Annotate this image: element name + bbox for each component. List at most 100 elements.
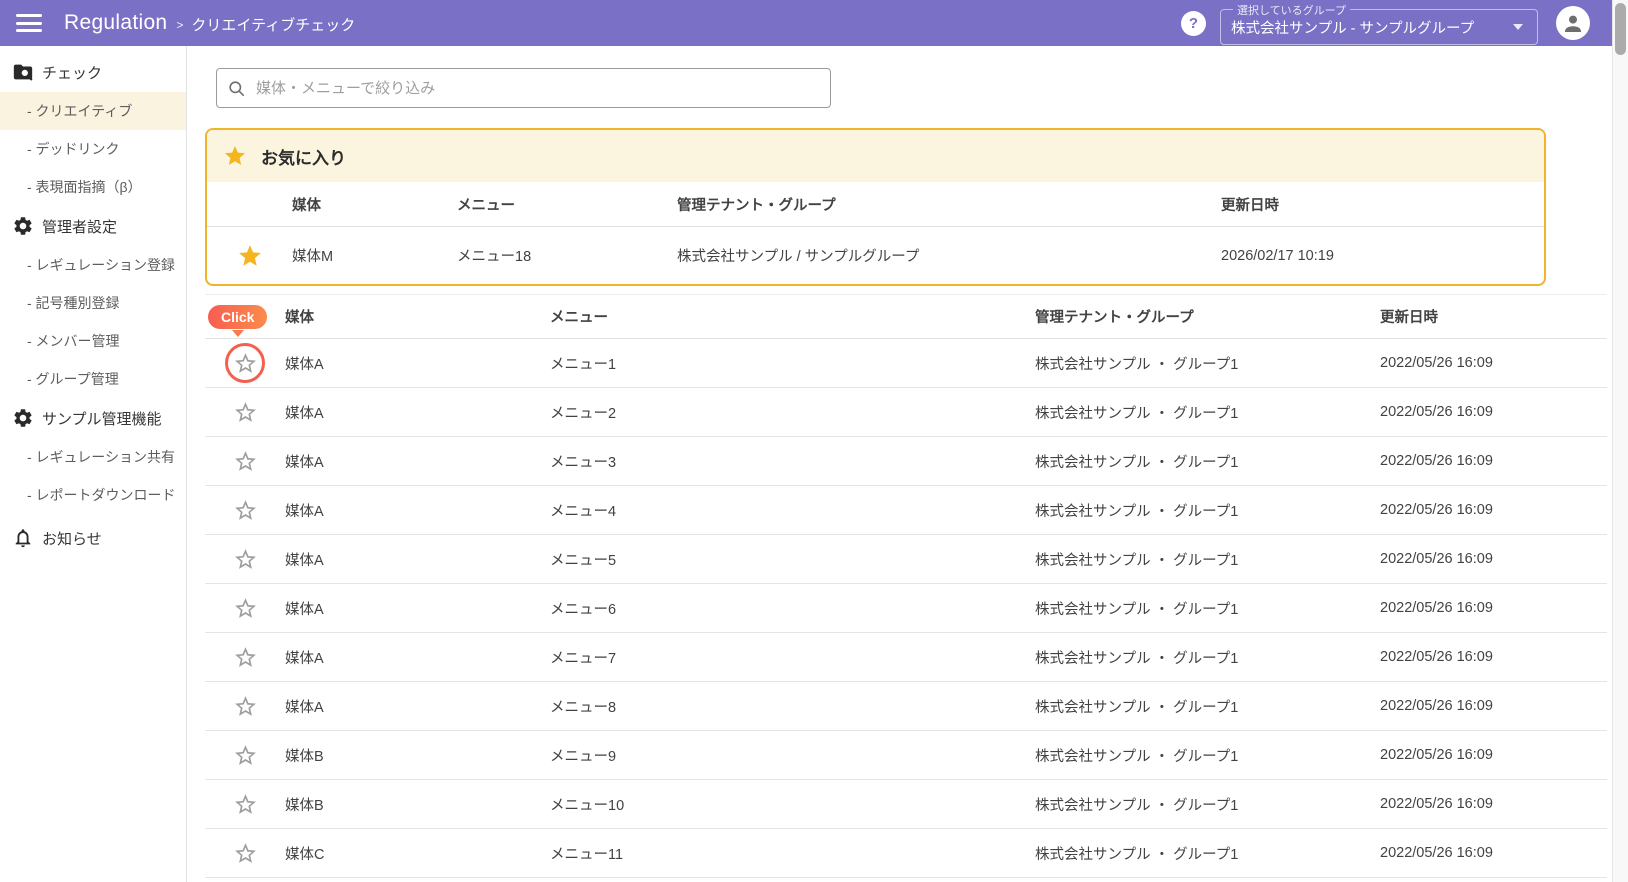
media-cell: 媒体B — [285, 797, 324, 814]
media-cell: 媒体A — [285, 552, 324, 569]
favorite-star-button[interactable] — [233, 841, 258, 866]
column-header-media[interactable]: 媒体 — [292, 194, 457, 215]
star-outline-icon — [233, 596, 258, 621]
search-input[interactable] — [254, 78, 820, 98]
vertical-scrollbar[interactable] — [1612, 0, 1628, 882]
table-row[interactable]: 媒体B メニュー10 株式会社サンプル ・ グループ1 2022/05/26 1… — [205, 780, 1607, 829]
tenant-cell: 株式会社サンプル / サンプルグループ — [677, 249, 920, 265]
favorite-star-button[interactable] — [233, 694, 258, 719]
tenant-cell: 株式会社サンプル ・ グループ1 — [1035, 356, 1239, 373]
media-cell: 媒体A — [285, 601, 324, 618]
column-header-updated[interactable]: 更新日時 — [1380, 306, 1607, 327]
favorites-row[interactable]: 媒体M メニュー18 株式会社サンプル / サンプルグループ 2026/02/1… — [207, 227, 1544, 284]
gear-icon — [12, 407, 34, 429]
table-row[interactable]: 媒体A メニュー6 株式会社サンプル ・ グループ1 2022/05/26 16… — [205, 584, 1607, 633]
menu-cell: メニュー10 — [550, 797, 625, 814]
tenant-cell: 株式会社サンプル ・ グループ1 — [1035, 601, 1239, 618]
hamburger-menu-icon[interactable] — [16, 10, 42, 37]
star-outline-icon — [233, 743, 258, 768]
sidebar-section-check[interactable]: チェック — [0, 52, 186, 92]
table-row[interactable]: 媒体A メニュー4 株式会社サンプル ・ グループ1 2022/05/26 16… — [205, 486, 1607, 535]
sidebar-item-creative[interactable]: - クリエイティブ — [0, 92, 186, 130]
star-outline-icon — [233, 792, 258, 817]
search-box — [216, 68, 831, 108]
updated-cell: 2022/05/26 16:09 — [1380, 845, 1493, 861]
table-row[interactable]: 媒体A メニュー2 株式会社サンプル ・ グループ1 2022/05/26 16… — [205, 388, 1607, 437]
group-select-label: 選択しているグループ — [1237, 4, 1347, 17]
column-header-updated[interactable]: 更新日時 — [1221, 194, 1544, 215]
group-select-value: 株式会社サンプル - サンプルグループ — [1231, 20, 1475, 37]
table-column-headers: Click 媒体 メニュー 管理テナント・グループ 更新日時 — [205, 295, 1607, 339]
favorite-star-button[interactable] — [233, 596, 258, 621]
table-row[interactable]: 媒体A メニュー5 株式会社サンプル ・ グループ1 2022/05/26 16… — [205, 535, 1607, 584]
sidebar-section-sample-admin[interactable]: サンプル管理機能 — [0, 398, 186, 438]
column-header-tenant[interactable]: 管理テナント・グループ — [1035, 306, 1380, 327]
table-row[interactable]: 媒体A メニュー3 株式会社サンプル ・ グループ1 2022/05/26 16… — [205, 437, 1607, 486]
star-outline-icon — [233, 694, 258, 719]
updated-cell: 2022/05/26 16:09 — [1380, 551, 1493, 567]
help-icon[interactable]: ? — [1181, 10, 1206, 36]
star-outline-icon — [233, 547, 258, 572]
person-icon — [1561, 11, 1585, 35]
star-outline-icon — [233, 841, 258, 866]
media-cell: 媒体A — [285, 405, 324, 422]
sidebar-item-member-management[interactable]: - メンバー管理 — [0, 322, 186, 360]
tenant-cell: 株式会社サンプル ・ グループ1 — [1035, 503, 1239, 520]
favorite-star-button[interactable] — [233, 351, 258, 376]
favorite-star-button[interactable] — [233, 792, 258, 817]
favorite-star-button[interactable] — [233, 547, 258, 572]
sidebar-item-regulation-share[interactable]: - レギュレーション共有 — [0, 438, 186, 476]
menu-cell: メニュー8 — [550, 699, 617, 716]
table-row — [205, 878, 1607, 882]
group-select[interactable]: 選択しているグループ 株式会社サンプル - サンプルグループ — [1220, 1, 1538, 45]
menu-cell: メニュー2 — [550, 405, 617, 422]
favorite-star-button[interactable] — [233, 743, 258, 768]
scrollbar-thumb[interactable] — [1615, 3, 1626, 55]
updated-cell: 2022/05/26 16:09 — [1380, 600, 1493, 616]
favorite-star-button[interactable] — [233, 449, 258, 474]
table-row[interactable]: 媒体A メニュー1 株式会社サンプル ・ グループ1 2022/05/26 16… — [205, 339, 1607, 388]
tenant-cell: 株式会社サンプル ・ グループ1 — [1035, 552, 1239, 569]
sidebar-item-news[interactable]: お知らせ — [0, 518, 186, 558]
sidebar-item-report-download[interactable]: - レポートダウンロード — [0, 476, 186, 514]
table-row[interactable]: 媒体A メニュー8 株式会社サンプル ・ グループ1 2022/05/26 16… — [205, 682, 1607, 731]
tenant-cell: 株式会社サンプル ・ グループ1 — [1035, 454, 1239, 471]
updated-cell: 2022/05/26 16:09 — [1380, 355, 1493, 371]
favorite-star-button[interactable] — [237, 243, 263, 269]
sidebar: チェック - クリエイティブ - デッドリンク - 表現面指摘（β） 管理者設定… — [0, 46, 187, 882]
sidebar-section-admin-settings[interactable]: 管理者設定 — [0, 206, 186, 246]
column-header-tenant[interactable]: 管理テナント・グループ — [677, 194, 1221, 215]
sidebar-item-deadlink[interactable]: - デッドリンク — [0, 130, 186, 168]
avatar[interactable] — [1556, 6, 1590, 40]
tenant-cell: 株式会社サンプル ・ グループ1 — [1035, 405, 1239, 422]
menu-cell: メニュー18 — [457, 249, 532, 265]
column-header-menu[interactable]: メニュー — [457, 194, 677, 215]
updated-cell: 2022/05/26 16:09 — [1380, 649, 1493, 665]
updated-cell: 2022/05/26 16:09 — [1380, 453, 1493, 469]
chevron-down-icon — [1513, 24, 1523, 30]
column-header-media[interactable]: 媒体 — [285, 306, 550, 327]
favorite-star-button[interactable] — [233, 400, 258, 425]
media-cell: 媒体A — [285, 503, 324, 520]
sidebar-item-symbol-register[interactable]: - 記号種別登録 — [0, 284, 186, 322]
sidebar-item-regulation-register[interactable]: - レギュレーション登録 — [0, 246, 186, 284]
table-row[interactable]: 媒体B メニュー9 株式会社サンプル ・ グループ1 2022/05/26 16… — [205, 731, 1607, 780]
tenant-cell: 株式会社サンプル ・ グループ1 — [1035, 846, 1239, 863]
tenant-cell: 株式会社サンプル ・ グループ1 — [1035, 748, 1239, 765]
star-filled-icon — [223, 144, 247, 168]
column-header-menu[interactable]: メニュー — [550, 306, 1035, 327]
favorites-header: お気に入り — [207, 130, 1544, 182]
star-outline-icon — [233, 498, 258, 523]
star-outline-icon — [233, 351, 258, 376]
favorites-card: お気に入り 媒体 メニュー 管理テナント・グループ 更新日時 媒体M メニュー1… — [205, 128, 1546, 286]
top-app-bar: Regulation > クリエイティブチェック ? 選択しているグループ 株式… — [0, 0, 1612, 46]
menu-cell: メニュー9 — [550, 748, 617, 765]
search-icon — [227, 79, 246, 98]
favorite-star-button[interactable] — [233, 645, 258, 670]
table-row[interactable]: 媒体C メニュー11 株式会社サンプル ・ グループ1 2022/05/26 1… — [205, 829, 1607, 878]
sidebar-item-group-management[interactable]: - グループ管理 — [0, 360, 186, 398]
folder-search-icon — [12, 61, 34, 83]
sidebar-item-expression[interactable]: - 表現面指摘（β） — [0, 168, 186, 206]
favorite-star-button[interactable] — [233, 498, 258, 523]
table-row[interactable]: 媒体A メニュー7 株式会社サンプル ・ グループ1 2022/05/26 16… — [205, 633, 1607, 682]
